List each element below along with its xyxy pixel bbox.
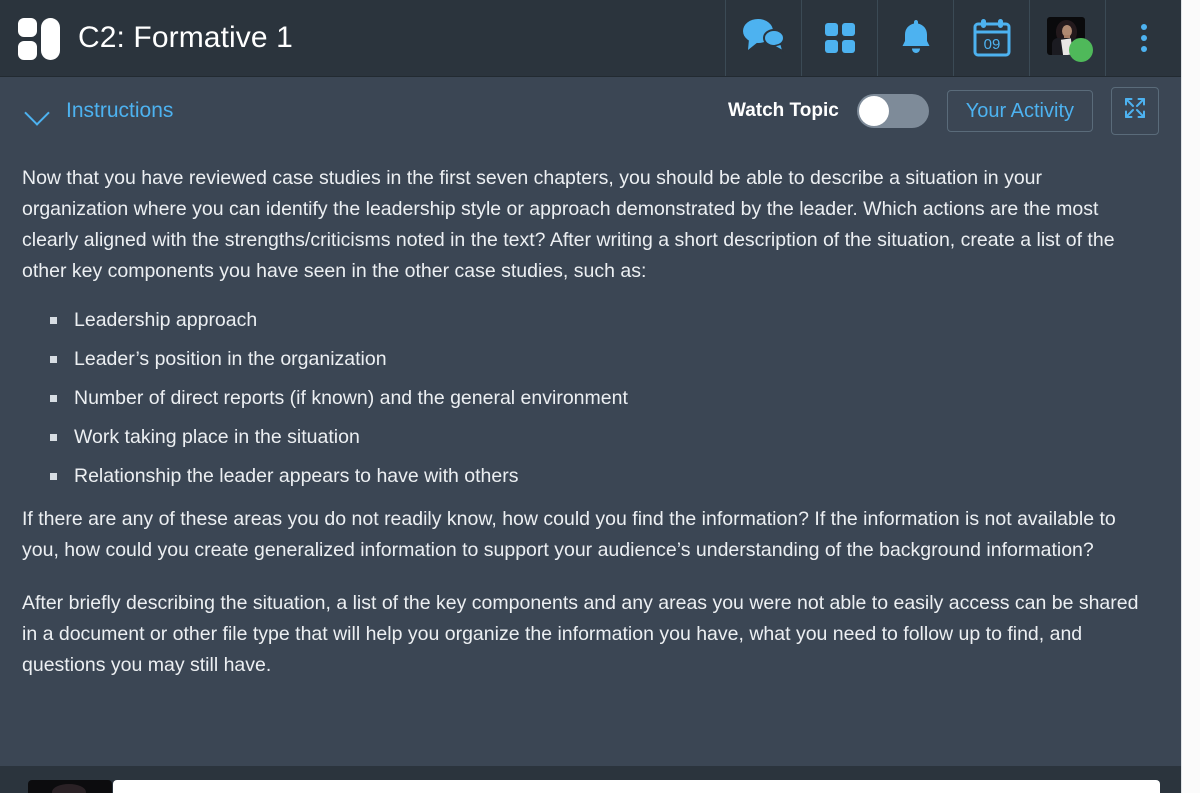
watch-topic-label: Watch Topic [727, 99, 839, 121]
instructions-paragraph-1: Now that you have reviewed case studies … [22, 167, 1115, 282]
kebab-menu-icon [1140, 24, 1147, 52]
expand-fullscreen-icon [1122, 95, 1148, 126]
header-actions: 09 [725, 0, 1181, 76]
list-item: Work taking place in the situation [46, 426, 1159, 448]
instructions-toolbar: Instructions Watch Topic Your Activity [0, 77, 1181, 145]
comment-avatar[interactable] [28, 780, 112, 793]
chevron-down-icon [24, 103, 52, 119]
toggle-knob [858, 95, 889, 126]
list-item: Number of direct reports (if known) and … [46, 387, 1159, 409]
chat-icon [741, 16, 787, 61]
key-components-list: Leadership approach Leader’s position in… [22, 309, 1159, 487]
profile-button[interactable] [1029, 0, 1105, 76]
logo-square-top [18, 18, 37, 37]
toolbar-right-controls: Watch Topic Your Activity [727, 86, 1159, 135]
calendar-button[interactable]: 09 [953, 0, 1029, 76]
instructions-collapse-toggle[interactable]: Instructions [24, 99, 173, 123]
apps-grid-icon [824, 23, 855, 53]
logo-square-bottom [18, 41, 37, 60]
chat-button[interactable] [725, 0, 801, 76]
expand-button[interactable] [1111, 86, 1159, 135]
section-divider [0, 766, 1181, 778]
brand-area: C2: Formative 1 [0, 16, 725, 60]
instructions-label: Instructions [66, 98, 174, 122]
page-scroll-gutter[interactable] [1181, 0, 1200, 793]
your-activity-button[interactable]: Your Activity [946, 89, 1093, 132]
avatar [1046, 17, 1093, 62]
instructions-content: Now that you have reviewed case studies … [0, 145, 1181, 681]
list-item: Leadership approach [46, 309, 1159, 331]
logo-pill [41, 18, 60, 60]
app-logo-icon[interactable] [18, 16, 66, 60]
top-header-bar: C2: Formative 1 09 [0, 0, 1181, 77]
comment-card[interactable] [113, 780, 1160, 793]
watch-topic-toggle[interactable] [856, 93, 929, 128]
instructions-paragraph-3: After briefly describing the situation, … [22, 592, 1139, 676]
page-root: C2: Formative 1 09 Instructions Watch To… [0, 0, 1200, 793]
bell-icon [899, 17, 933, 60]
list-item: Relationship the leader appears to have … [46, 465, 1159, 487]
instructions-paragraph-2: If there are any of these areas you do n… [22, 508, 1116, 561]
more-options-button[interactable] [1105, 0, 1181, 76]
online-status-dot [1068, 38, 1093, 62]
calendar-icon: 09 [971, 16, 1013, 60]
comment-avatar-photo [52, 784, 86, 793]
list-item: Leader’s position in the organization [46, 348, 1159, 370]
app-shell: C2: Formative 1 09 Instructions Watch To… [0, 0, 1181, 793]
apps-grid-button[interactable] [801, 0, 877, 76]
calendar-badge-text: 09 [983, 36, 1000, 53]
page-title: C2: Formative 1 [78, 21, 293, 54]
notifications-button[interactable] [877, 0, 953, 76]
